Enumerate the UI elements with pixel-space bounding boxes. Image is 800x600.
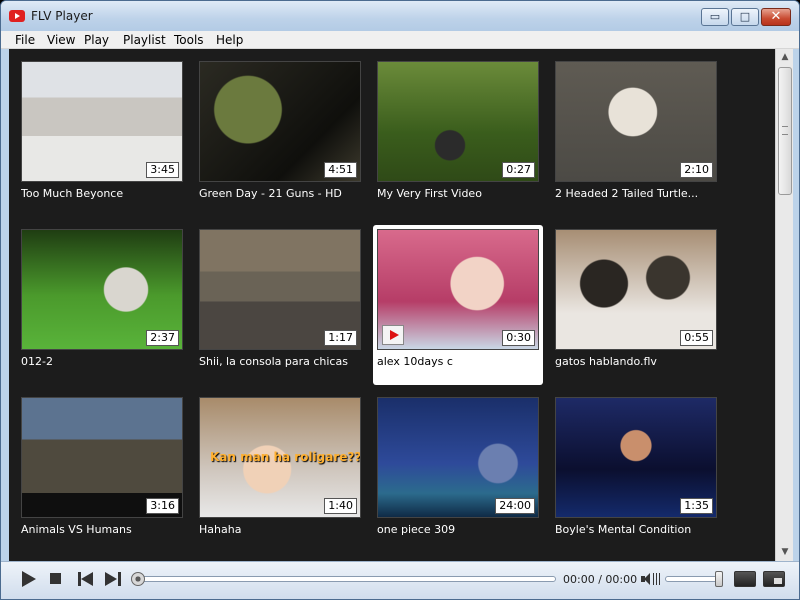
flv-player-window: FLV Player ▭ □ ✕ File View Play Playlist… <box>0 0 800 600</box>
volume-handle[interactable] <box>715 571 723 587</box>
duration-badge: 2:10 <box>680 162 713 178</box>
video-thumbnail[interactable]: 2:37 <box>21 229 183 350</box>
video-title: 012-2 <box>21 355 53 368</box>
video-title: one piece 309 <box>377 523 456 536</box>
volume-slider[interactable] <box>665 576 721 582</box>
video-title: Green Day - 21 Guns - HD <box>199 187 342 200</box>
video-tile[interactable]: 1:17 Shii, la consola para chicas <box>187 217 361 377</box>
video-tile[interactable]: 2:10 2 Headed 2 Tailed Turtle... <box>543 49 717 209</box>
video-title: My Very First Video <box>377 187 482 200</box>
menu-bar: File View Play Playlist Tools Help <box>1 31 799 49</box>
video-tile[interactable]: 0:27 My Very First Video <box>365 49 539 209</box>
scroll-up-arrow-icon[interactable]: ▲ <box>776 49 794 66</box>
menu-playlist[interactable]: Playlist <box>123 33 166 47</box>
video-thumbnail[interactable]: 3:16 <box>21 397 183 518</box>
mini-player-icon[interactable] <box>763 571 785 587</box>
minimize-icon: ▭ <box>709 10 721 23</box>
next-icon[interactable] <box>103 570 123 588</box>
vertical-scrollbar[interactable]: ▲ ▼ <box>775 49 793 561</box>
video-thumbnail[interactable]: 3:45 <box>21 61 183 182</box>
video-title: Too Much Beyonce <box>21 187 124 200</box>
video-tile[interactable]: 0:55 gatos hablando.flv <box>543 217 717 377</box>
title-bar[interactable]: FLV Player ▭ □ ✕ <box>1 1 799 31</box>
video-title: gatos hablando.flv <box>555 355 657 368</box>
previous-icon[interactable] <box>76 570 96 588</box>
video-thumbnail[interactable]: 1:17 <box>199 229 361 350</box>
maximize-icon: □ <box>739 10 751 23</box>
play-overlay-icon[interactable] <box>382 325 404 345</box>
video-title: 2 Headed 2 Tailed Turtle... <box>555 187 699 200</box>
menu-help[interactable]: Help <box>216 33 243 47</box>
window-controls: ▭ □ ✕ <box>699 8 791 26</box>
video-title: Shii, la consola para chicas <box>199 355 348 368</box>
volume-level-icon <box>653 573 661 585</box>
video-tile[interactable]: 3:45 Too Much Beyonce <box>9 49 183 209</box>
video-thumbnail[interactable]: Kan man ha roligare?? 1:40 <box>199 397 361 518</box>
fullscreen-icon[interactable] <box>734 571 756 587</box>
duration-badge: 0:30 <box>502 330 535 346</box>
maximize-button[interactable]: □ <box>731 8 759 26</box>
duration-badge: 0:27 <box>502 162 535 178</box>
duration-badge: 1:40 <box>324 498 357 514</box>
video-tile[interactable]: 3:16 Animals VS Humans <box>9 385 183 545</box>
menu-tools[interactable]: Tools <box>174 33 204 47</box>
video-tile[interactable]: 4:51 Green Day - 21 Guns - HD <box>187 49 361 209</box>
duration-badge: 0:55 <box>680 330 713 346</box>
app-logo-icon <box>9 10 25 22</box>
video-thumbnail[interactable]: 0:27 <box>377 61 539 182</box>
seek-bar[interactable] <box>131 572 556 586</box>
play-icon[interactable] <box>19 570 39 588</box>
window-title: FLV Player <box>31 9 93 23</box>
video-thumbnail[interactable]: 1:35 <box>555 397 717 518</box>
thumbnail-overlay-text: Kan man ha roligare?? <box>210 450 361 464</box>
minimize-button[interactable]: ▭ <box>701 8 729 26</box>
video-title: Hahaha <box>199 523 242 536</box>
video-tile[interactable]: 2:37 012-2 <box>9 217 183 377</box>
video-thumbnail[interactable]: 24:00 <box>377 397 539 518</box>
duration-badge: 3:45 <box>146 162 179 178</box>
menu-file[interactable]: File <box>15 33 35 47</box>
time-display: 00:00 / 00:00 <box>563 573 638 586</box>
stop-icon[interactable] <box>46 570 66 588</box>
duration-badge: 24:00 <box>495 498 535 514</box>
duration-badge: 1:35 <box>680 498 713 514</box>
video-tile[interactable]: 1:35 Boyle's Mental Condition <box>543 385 717 545</box>
duration-badge: 1:17 <box>324 330 357 346</box>
duration-badge: 3:16 <box>146 498 179 514</box>
video-title: Boyle's Mental Condition <box>555 523 692 536</box>
video-thumbnail[interactable]: 0:55 <box>555 229 717 350</box>
video-grid: 3:45 Too Much Beyonce 4:51 Green Day - 2… <box>9 49 775 561</box>
video-tile[interactable]: 24:00 one piece 309 <box>365 385 539 545</box>
scroll-down-arrow-icon[interactable]: ▼ <box>776 544 794 561</box>
scroll-thumb[interactable] <box>778 67 792 195</box>
video-thumbnail[interactable]: 4:51 <box>199 61 361 182</box>
playback-controls: 00:00 / 00:00 <box>1 561 799 599</box>
video-title: Animals VS Humans <box>21 523 132 536</box>
duration-badge: 2:37 <box>146 330 179 346</box>
video-thumbnail[interactable]: 0:30 <box>377 229 539 350</box>
close-button[interactable]: ✕ <box>761 8 791 26</box>
menu-play[interactable]: Play <box>84 33 109 47</box>
video-tile[interactable]: Kan man ha roligare?? 1:40 Hahaha <box>187 385 361 545</box>
video-title: alex 10days c <box>377 355 453 368</box>
menu-view[interactable]: View <box>47 33 75 47</box>
video-tile-selected[interactable]: 0:30 alex 10days c <box>373 225 543 385</box>
duration-badge: 4:51 <box>324 162 357 178</box>
video-thumbnail[interactable]: 2:10 <box>555 61 717 182</box>
seek-handle[interactable] <box>131 572 145 586</box>
close-icon: ✕ <box>770 9 782 24</box>
